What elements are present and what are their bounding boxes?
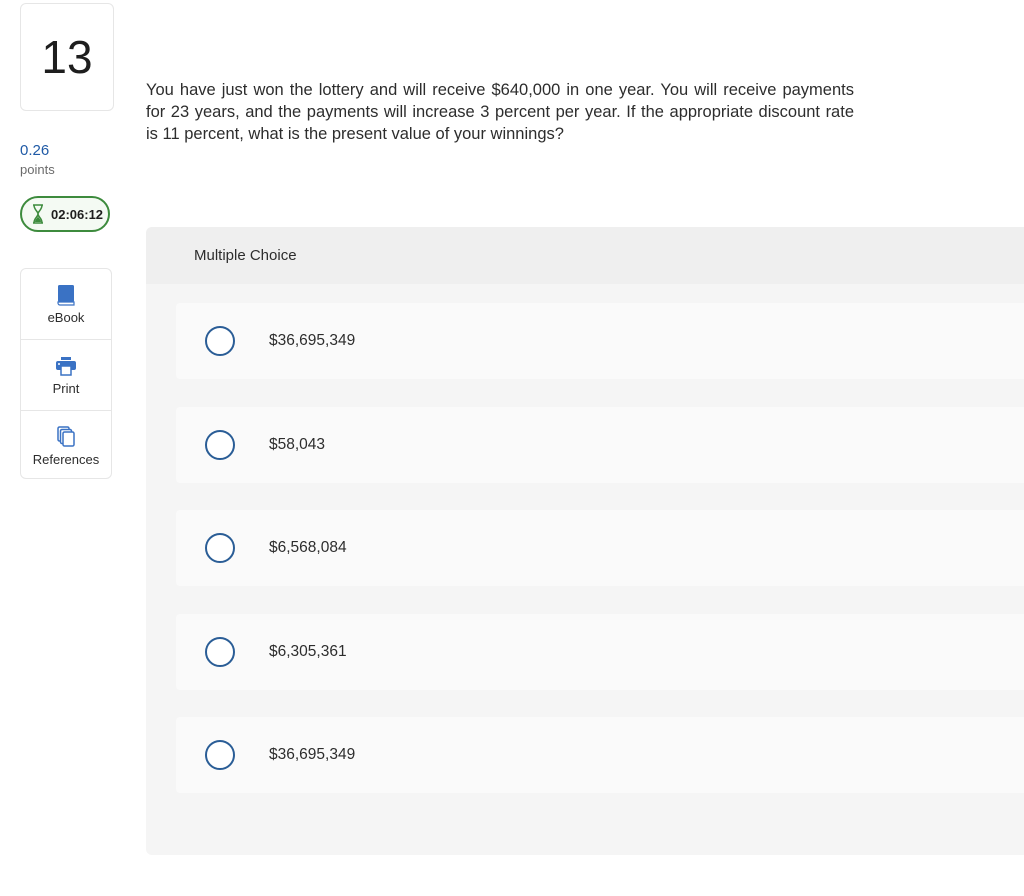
answer-option-label: $36,695,349	[269, 332, 356, 349]
radio-button[interactable]	[205, 740, 235, 770]
ebook-label: eBook	[47, 309, 85, 325]
answer-option-label: $58,043	[269, 436, 326, 453]
answer-option[interactable]: $6,568,084	[176, 510, 1024, 586]
radio-button[interactable]	[205, 430, 235, 460]
question-number: 13	[20, 3, 114, 111]
multiple-choice-panel: Multiple Choice $36,695,349 $58,043 $6,5…	[146, 227, 1024, 855]
answer-option-label: $6,568,084	[269, 539, 347, 556]
radio-button[interactable]	[205, 533, 235, 563]
answer-option-label: $36,695,349	[269, 746, 356, 763]
references-label: References	[32, 451, 100, 467]
answer-option[interactable]: $36,695,349	[176, 303, 1024, 379]
printer-icon	[56, 356, 76, 376]
radio-button[interactable]	[205, 326, 235, 356]
documents-icon	[57, 425, 75, 447]
print-label: Print	[52, 380, 80, 396]
question-text: You have just won the lottery and will r…	[146, 81, 854, 143]
print-button[interactable]: Print	[21, 340, 111, 411]
references-button[interactable]: References	[21, 411, 111, 481]
ebook-button[interactable]: eBook	[21, 269, 111, 340]
radio-button[interactable]	[205, 637, 235, 667]
multiple-choice-header: Multiple Choice	[146, 227, 1024, 284]
points-label: points	[20, 162, 55, 177]
book-icon	[57, 284, 75, 306]
answer-option[interactable]: $6,305,361	[176, 614, 1024, 690]
timer-badge[interactable]: 02:06:12	[20, 196, 110, 232]
points-value: 0.26	[20, 142, 50, 159]
answer-option[interactable]: $36,695,349	[176, 717, 1024, 793]
hourglass-icon	[33, 204, 43, 224]
tools-panel: eBook Print References	[20, 268, 112, 479]
timer-value: 02:06:12	[51, 206, 104, 222]
answer-option[interactable]: $58,043	[176, 407, 1024, 483]
answer-option-label: $6,305,361	[269, 643, 347, 660]
